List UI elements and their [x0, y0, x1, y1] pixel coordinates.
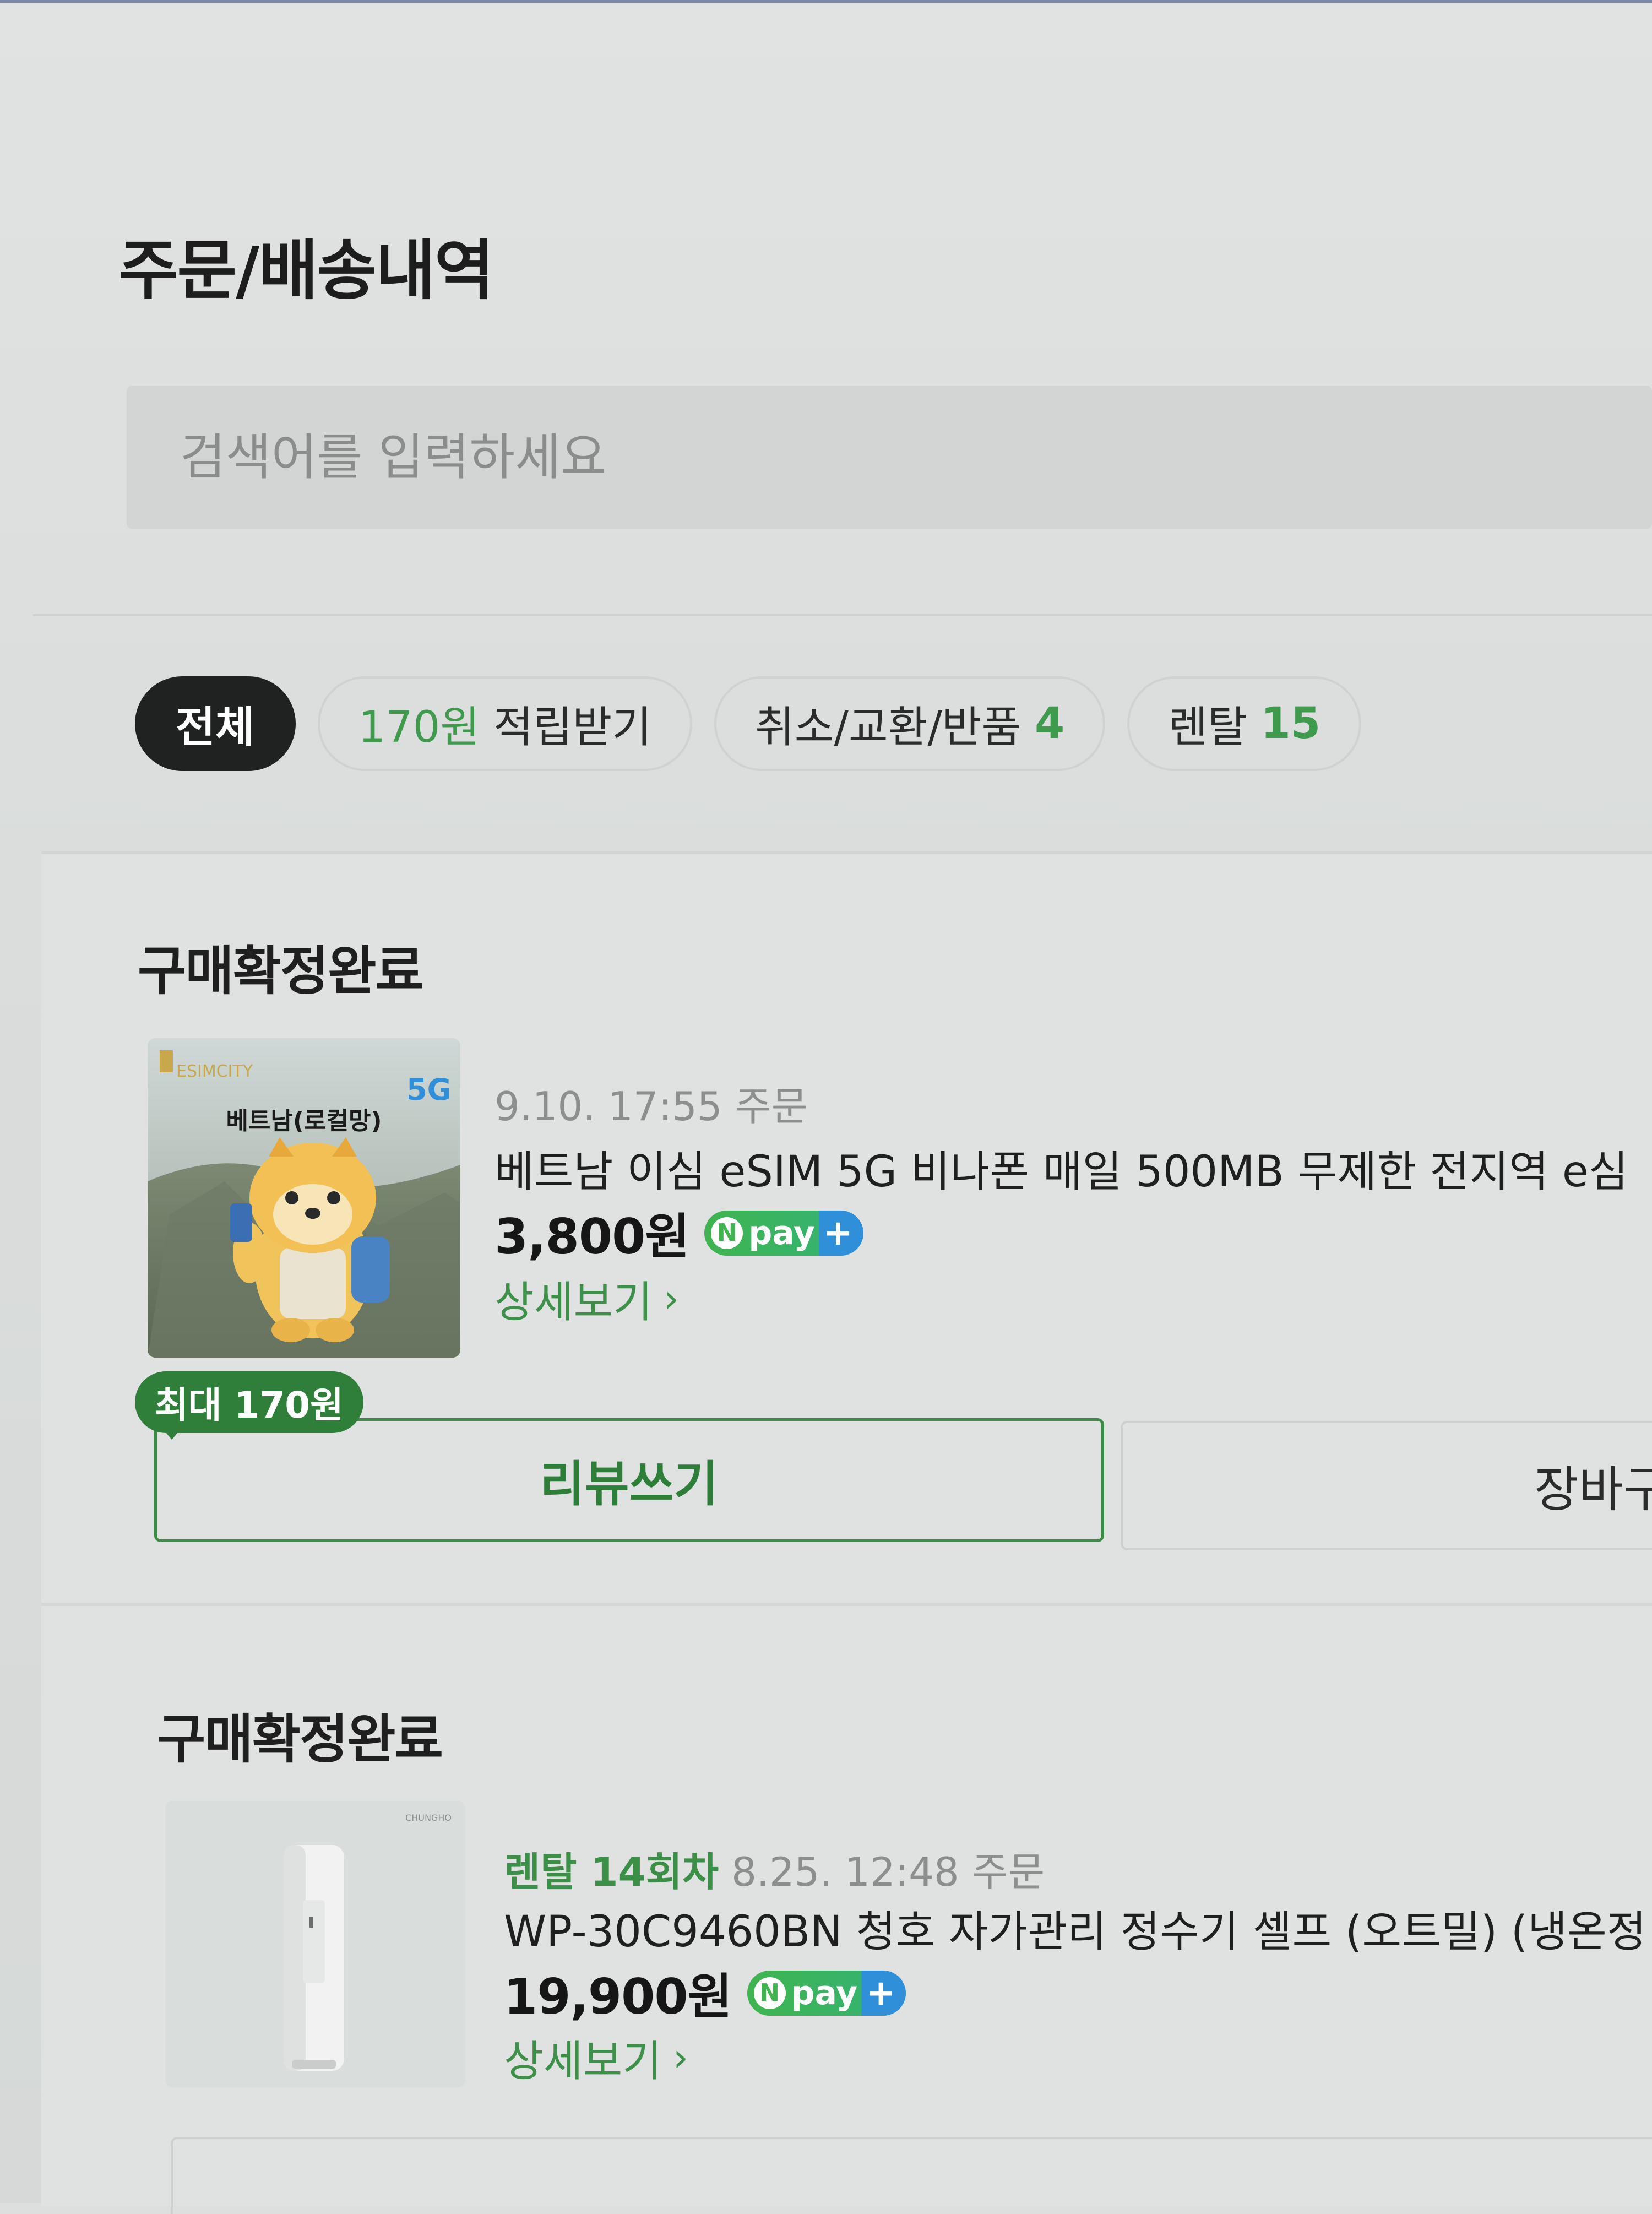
filter-chip-points-amount: 170원: [358, 703, 480, 752]
water-purifier-image: CHUNGHO: [165, 1801, 465, 2087]
detail-link-label: 상세보기: [504, 2037, 662, 2086]
product-price: 3,800원: [494, 1208, 689, 1265]
chevron-right-icon: ›: [673, 2035, 689, 2080]
rental-installment-tag: 렌탈 14회차: [504, 1849, 719, 1895]
product-thumbnail[interactable]: ESIMCITY 5G 베트남(로컬망): [148, 1038, 460, 1358]
write-review-label: 리뷰쓰기: [540, 1457, 719, 1511]
search-box[interactable]: [127, 386, 1652, 529]
npay-plus-badge: N pay +: [747, 1970, 906, 2016]
filter-chip-all[interactable]: 전체: [135, 676, 296, 771]
filter-chip-label: 전체: [176, 703, 255, 752]
npay-label: pay: [791, 1973, 858, 2012]
order-status: 구매확정완료: [138, 940, 424, 1002]
order-meta-row: 렌탈 14회차 8.25. 12:48 주문: [504, 1839, 1045, 1897]
plus-icon: +: [866, 1972, 896, 2014]
next-action-button[interactable]: [171, 2137, 1652, 2214]
detail-link[interactable]: 상세보기 ›: [494, 1268, 679, 1330]
add-to-cart-label: 장바구니: [1534, 1462, 1652, 1517]
order-meta: 9.10. 17:55 주문: [494, 1083, 808, 1130]
detail-link-label: 상세보기: [494, 1278, 653, 1327]
thumb-badge: 5G: [406, 1072, 452, 1107]
price-row: 19,900원 N pay +: [504, 1958, 906, 2028]
filter-chip-label: 렌탈: [1168, 703, 1261, 752]
plus-icon: +: [823, 1212, 853, 1253]
filter-chip-rental[interactable]: 렌탈 15: [1127, 676, 1362, 771]
product-thumbnail[interactable]: CHUNGHO: [165, 1801, 465, 2087]
filter-chip-count: 15: [1260, 699, 1321, 748]
page-title: 주문/배송내역: [118, 232, 494, 308]
filter-chip-earn-points[interactable]: 170원 적립받기: [317, 676, 693, 771]
thumb-brand: ESIMCITY: [176, 1062, 253, 1081]
product-name[interactable]: WP-30C9460BN 청호 자가관리 정수기 셀프 (오트밀) (냉온정: [504, 1897, 1646, 1959]
filter-chip-cancel-exchange-return[interactable]: 취소/교환/반품 4: [714, 676, 1106, 771]
chevron-right-icon: ›: [664, 1276, 680, 1321]
filter-chips: 전체 170원 적립받기 취소/교환/반품 4 렌탈 15: [135, 676, 1362, 771]
top-border: [0, 0, 1652, 3]
filter-chip-count: 4: [1034, 699, 1065, 748]
review-reward-badge-tail: [160, 1425, 184, 1440]
order-history-screen: 주문/배송내역 전체 170원 적립받기 취소/교환/반품 4 렌탈 15 구매…: [0, 0, 1652, 2214]
thumb-title: 베트남(로컬망): [226, 1107, 382, 1135]
npay-label: pay: [748, 1213, 816, 1252]
naver-n-icon: N: [753, 1977, 786, 2009]
product-name[interactable]: 베트남 이심 eSIM 5G 비나폰 매일 500MB 무제한 전지역 e심: [494, 1137, 1628, 1199]
search-input[interactable]: [179, 427, 1600, 487]
review-reward-label: 최대 170원: [155, 1384, 344, 1426]
filter-chip-label: 적립받기: [480, 703, 652, 752]
divider: [33, 614, 1652, 616]
thumb-brand: CHUNGHO: [405, 1813, 452, 1823]
order-meta: 8.25. 12:48 주문: [731, 1849, 1045, 1895]
write-review-button[interactable]: 리뷰쓰기: [154, 1418, 1104, 1542]
esim-product-image: ESIMCITY 5G 베트남(로컬망): [148, 1038, 460, 1358]
price-row: 3,800원 N pay +: [494, 1198, 864, 1268]
filter-chip-label: 취소/교환/반품: [755, 703, 1035, 752]
order-status: 구매확정완료: [157, 1708, 443, 1770]
review-reward-badge: 최대 170원: [135, 1371, 363, 1433]
product-price: 19,900원: [504, 1968, 732, 2025]
npay-plus-badge: N pay +: [704, 1210, 864, 1256]
detail-link[interactable]: 상세보기 ›: [504, 2027, 688, 2088]
add-to-cart-button[interactable]: 장바구니: [1121, 1421, 1652, 1550]
naver-n-icon: N: [711, 1217, 743, 1249]
